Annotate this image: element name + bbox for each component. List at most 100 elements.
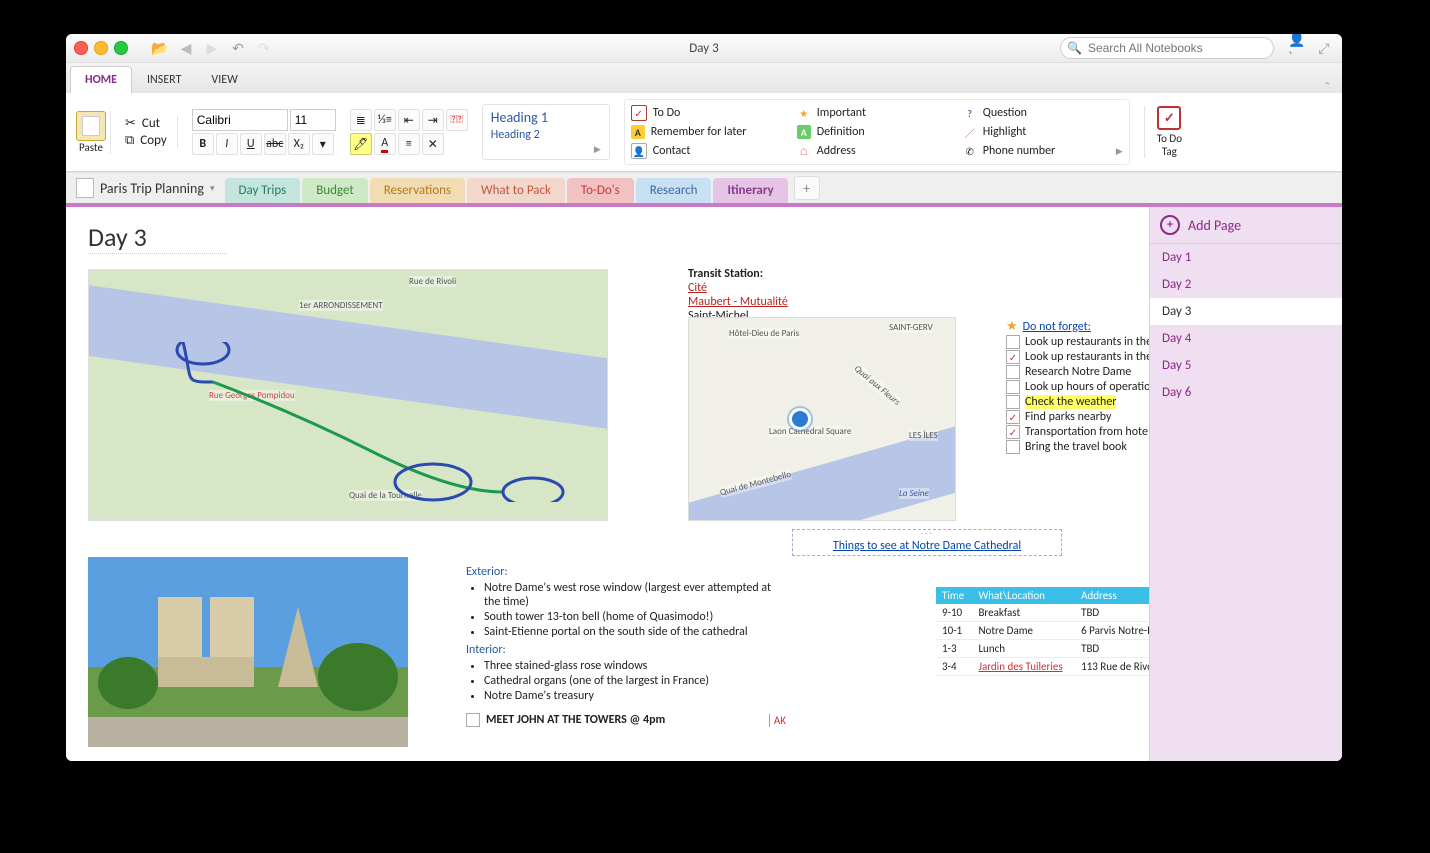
expand-tags-icon[interactable]: ▶	[1116, 146, 1123, 157]
outdent-button[interactable]: ⇤	[398, 109, 420, 131]
indent-button[interactable]: ⇥	[422, 109, 444, 131]
back-icon[interactable]: ◀	[176, 38, 196, 58]
tag-phone[interactable]: ✆Phone number▶	[963, 142, 1123, 160]
transit-note[interactable]: Transit Station: Cité Maubert - Mutualit…	[688, 267, 788, 323]
checklist-item[interactable]: Look up restaurants in the	[1006, 335, 1149, 349]
delete-button[interactable]: ✕	[422, 133, 444, 155]
checklist-item[interactable]: ✓Transportation from hote	[1006, 425, 1149, 439]
minimize-icon[interactable]	[94, 41, 108, 55]
tag-todo[interactable]: ✓To Do	[631, 104, 791, 122]
section-tab-itinerary[interactable]: Itinerary	[713, 178, 787, 203]
section-tab-research[interactable]: Research	[636, 178, 712, 203]
font-size-select[interactable]	[290, 109, 336, 131]
add-page-button[interactable]: + Add Page	[1150, 207, 1342, 244]
checkbox-icon[interactable]	[1006, 365, 1020, 379]
drag-handle-icon[interactable]: ···	[797, 528, 1057, 539]
checkbox-icon[interactable]	[1006, 440, 1020, 454]
list-item[interactable]: Saint-Etienne portal on the south side o…	[484, 625, 786, 639]
add-section-button[interactable]: +	[794, 176, 820, 200]
tab-view[interactable]: VIEW	[196, 66, 252, 93]
checklist-item[interactable]: Check the weather	[1006, 395, 1149, 409]
fullscreen-icon[interactable]: ⤢	[1314, 38, 1334, 58]
align-button[interactable]: ≡	[398, 133, 420, 155]
italic-button[interactable]: I	[216, 133, 238, 155]
tag-address[interactable]: ⌂Address	[797, 142, 957, 160]
checkbox-icon[interactable]	[466, 713, 480, 727]
page-item-day-6[interactable]: Day 6	[1150, 379, 1342, 406]
tag-definition[interactable]: ADefinition	[797, 123, 957, 141]
heading1-style[interactable]: Heading 1	[491, 109, 601, 126]
section-tab-what-to-pack[interactable]: What to Pack	[467, 178, 565, 203]
checklist-header[interactable]: Do not forget:	[1023, 320, 1091, 334]
font-name-select[interactable]	[192, 109, 288, 131]
map-overview[interactable]: 1er ARRONDISSEMENT Rue Georges Pompidou …	[88, 269, 608, 521]
tag-question[interactable]: ?Question	[963, 104, 1123, 122]
section-tab-reservations[interactable]: Reservations	[370, 178, 465, 203]
paste-icon[interactable]	[76, 111, 106, 141]
table-row[interactable]: 10-1Notre Dame6 Parvis Notre-Dame France	[936, 622, 1149, 640]
page-item-day-4[interactable]: Day 4	[1150, 325, 1342, 352]
transit-link-cite[interactable]: Cité	[688, 281, 707, 295]
zoom-icon[interactable]	[114, 41, 128, 55]
page-item-day-2[interactable]: Day 2	[1150, 271, 1342, 298]
checkbox-icon[interactable]	[1006, 395, 1020, 409]
list-item[interactable]: South tower 13-ton bell (home of Quasimo…	[484, 610, 786, 624]
search-input[interactable]: 🔍	[1060, 37, 1274, 59]
map-detail[interactable]: Hôtel-Dieu de Paris Laon Cathedral Squar…	[688, 317, 956, 521]
list-item[interactable]: Notre Dame's treasury	[484, 689, 786, 703]
tags-gallery[interactable]: ✓To Do ★Important ?Question ARemember fo…	[624, 99, 1130, 165]
font-color-button[interactable]: A	[374, 133, 396, 155]
strike-button[interactable]: abc	[264, 133, 286, 155]
tag-remember[interactable]: ARemember for later	[631, 123, 791, 141]
close-icon[interactable]	[74, 41, 88, 55]
notebook-selector[interactable]: Paris Trip Planning ▾	[66, 178, 225, 198]
checklist-item[interactable]: ✓Look up restaurants in the	[1006, 350, 1149, 364]
page-item-day-1[interactable]: Day 1	[1150, 244, 1342, 271]
tab-insert[interactable]: INSERT	[132, 66, 196, 93]
open-icon[interactable]: 📂	[150, 38, 170, 58]
list-item[interactable]: Cathedral organs (one of the largest in …	[484, 674, 786, 688]
superscript-button[interactable]: ▾	[312, 133, 334, 155]
checkbox-icon[interactable]: ✓	[1006, 410, 1020, 424]
copy-button[interactable]: ⧉Copy	[125, 133, 167, 148]
table-row[interactable]: 3-4Jardin des Tuileries113 Rue de Rivoli…	[936, 658, 1149, 676]
checkbox-icon[interactable]	[1006, 335, 1020, 349]
checklist-item[interactable]: Look up hours of operatio	[1006, 380, 1149, 394]
checklist-item[interactable]: ✓Find parks nearby	[1006, 410, 1149, 424]
numbering-button[interactable]: ⅓≡	[374, 109, 396, 131]
checklist[interactable]: ★Do not forget:Look up restaurants in th…	[1006, 319, 1149, 455]
undo-icon[interactable]: ↶	[228, 38, 248, 58]
collapse-ribbon-icon[interactable]: ⌃	[1323, 80, 1332, 93]
transit-link-maubert[interactable]: Maubert - Mutualité	[688, 295, 788, 309]
list-item[interactable]: Notre Dame's west rose window (largest e…	[484, 581, 786, 609]
checklist-item[interactable]: Research Notre Dame	[1006, 365, 1149, 379]
page-title[interactable]: Day 3	[88, 221, 227, 254]
page-item-day-3[interactable]: Day 3	[1150, 298, 1342, 325]
subscript-button[interactable]: X₂	[288, 133, 310, 155]
search-field[interactable]	[1086, 40, 1267, 56]
link-container[interactable]: ··· Things to see at Notre Dame Cathedra…	[792, 529, 1062, 556]
heading2-style[interactable]: Heading 2	[491, 128, 601, 142]
tag-important[interactable]: ★Important	[797, 104, 957, 122]
section-tab-day-trips[interactable]: Day Trips	[225, 178, 301, 203]
section-tab-budget[interactable]: Budget	[302, 178, 368, 203]
schedule-table[interactable]: TimeWhat\LocationAddress9-10BreakfastTBD…	[936, 587, 1149, 676]
table-row[interactable]: 1-3LunchTBD	[936, 640, 1149, 658]
highlight-button[interactable]: 🖊	[350, 133, 372, 155]
note-canvas[interactable]: Day 3 1er ARRONDISSEMENT Rue Georges Pom…	[66, 207, 1149, 761]
expand-styles-icon[interactable]: ▶	[594, 144, 601, 155]
list-item[interactable]: Three stained-glass rose windows	[484, 659, 786, 673]
notre-dame-link[interactable]: Things to see at Notre Dame Cathedral	[833, 539, 1021, 553]
checkbox-icon[interactable]: ✓	[1006, 350, 1020, 364]
clear-format-button[interactable]: 𝘈⃠	[446, 109, 468, 131]
checkbox-icon[interactable]	[1006, 380, 1020, 394]
share-icon[interactable]: 👤⁺	[1288, 38, 1308, 58]
todo-tag-button[interactable]: ✓ To Do Tag	[1144, 106, 1182, 158]
table-row[interactable]: 9-10BreakfastTBD	[936, 604, 1149, 622]
tag-highlight[interactable]: ／Highlight	[963, 123, 1123, 141]
cut-button[interactable]: ✂Cut	[125, 116, 167, 131]
styles-gallery[interactable]: Heading 1 Heading 2 ▶	[482, 104, 610, 160]
section-tab-to-do-s[interactable]: To-Do's	[567, 178, 634, 203]
meet-row[interactable]: MEET JOHN AT THE TOWERS @ 4pm AK	[466, 713, 786, 727]
forward-icon[interactable]: ▶	[202, 38, 222, 58]
